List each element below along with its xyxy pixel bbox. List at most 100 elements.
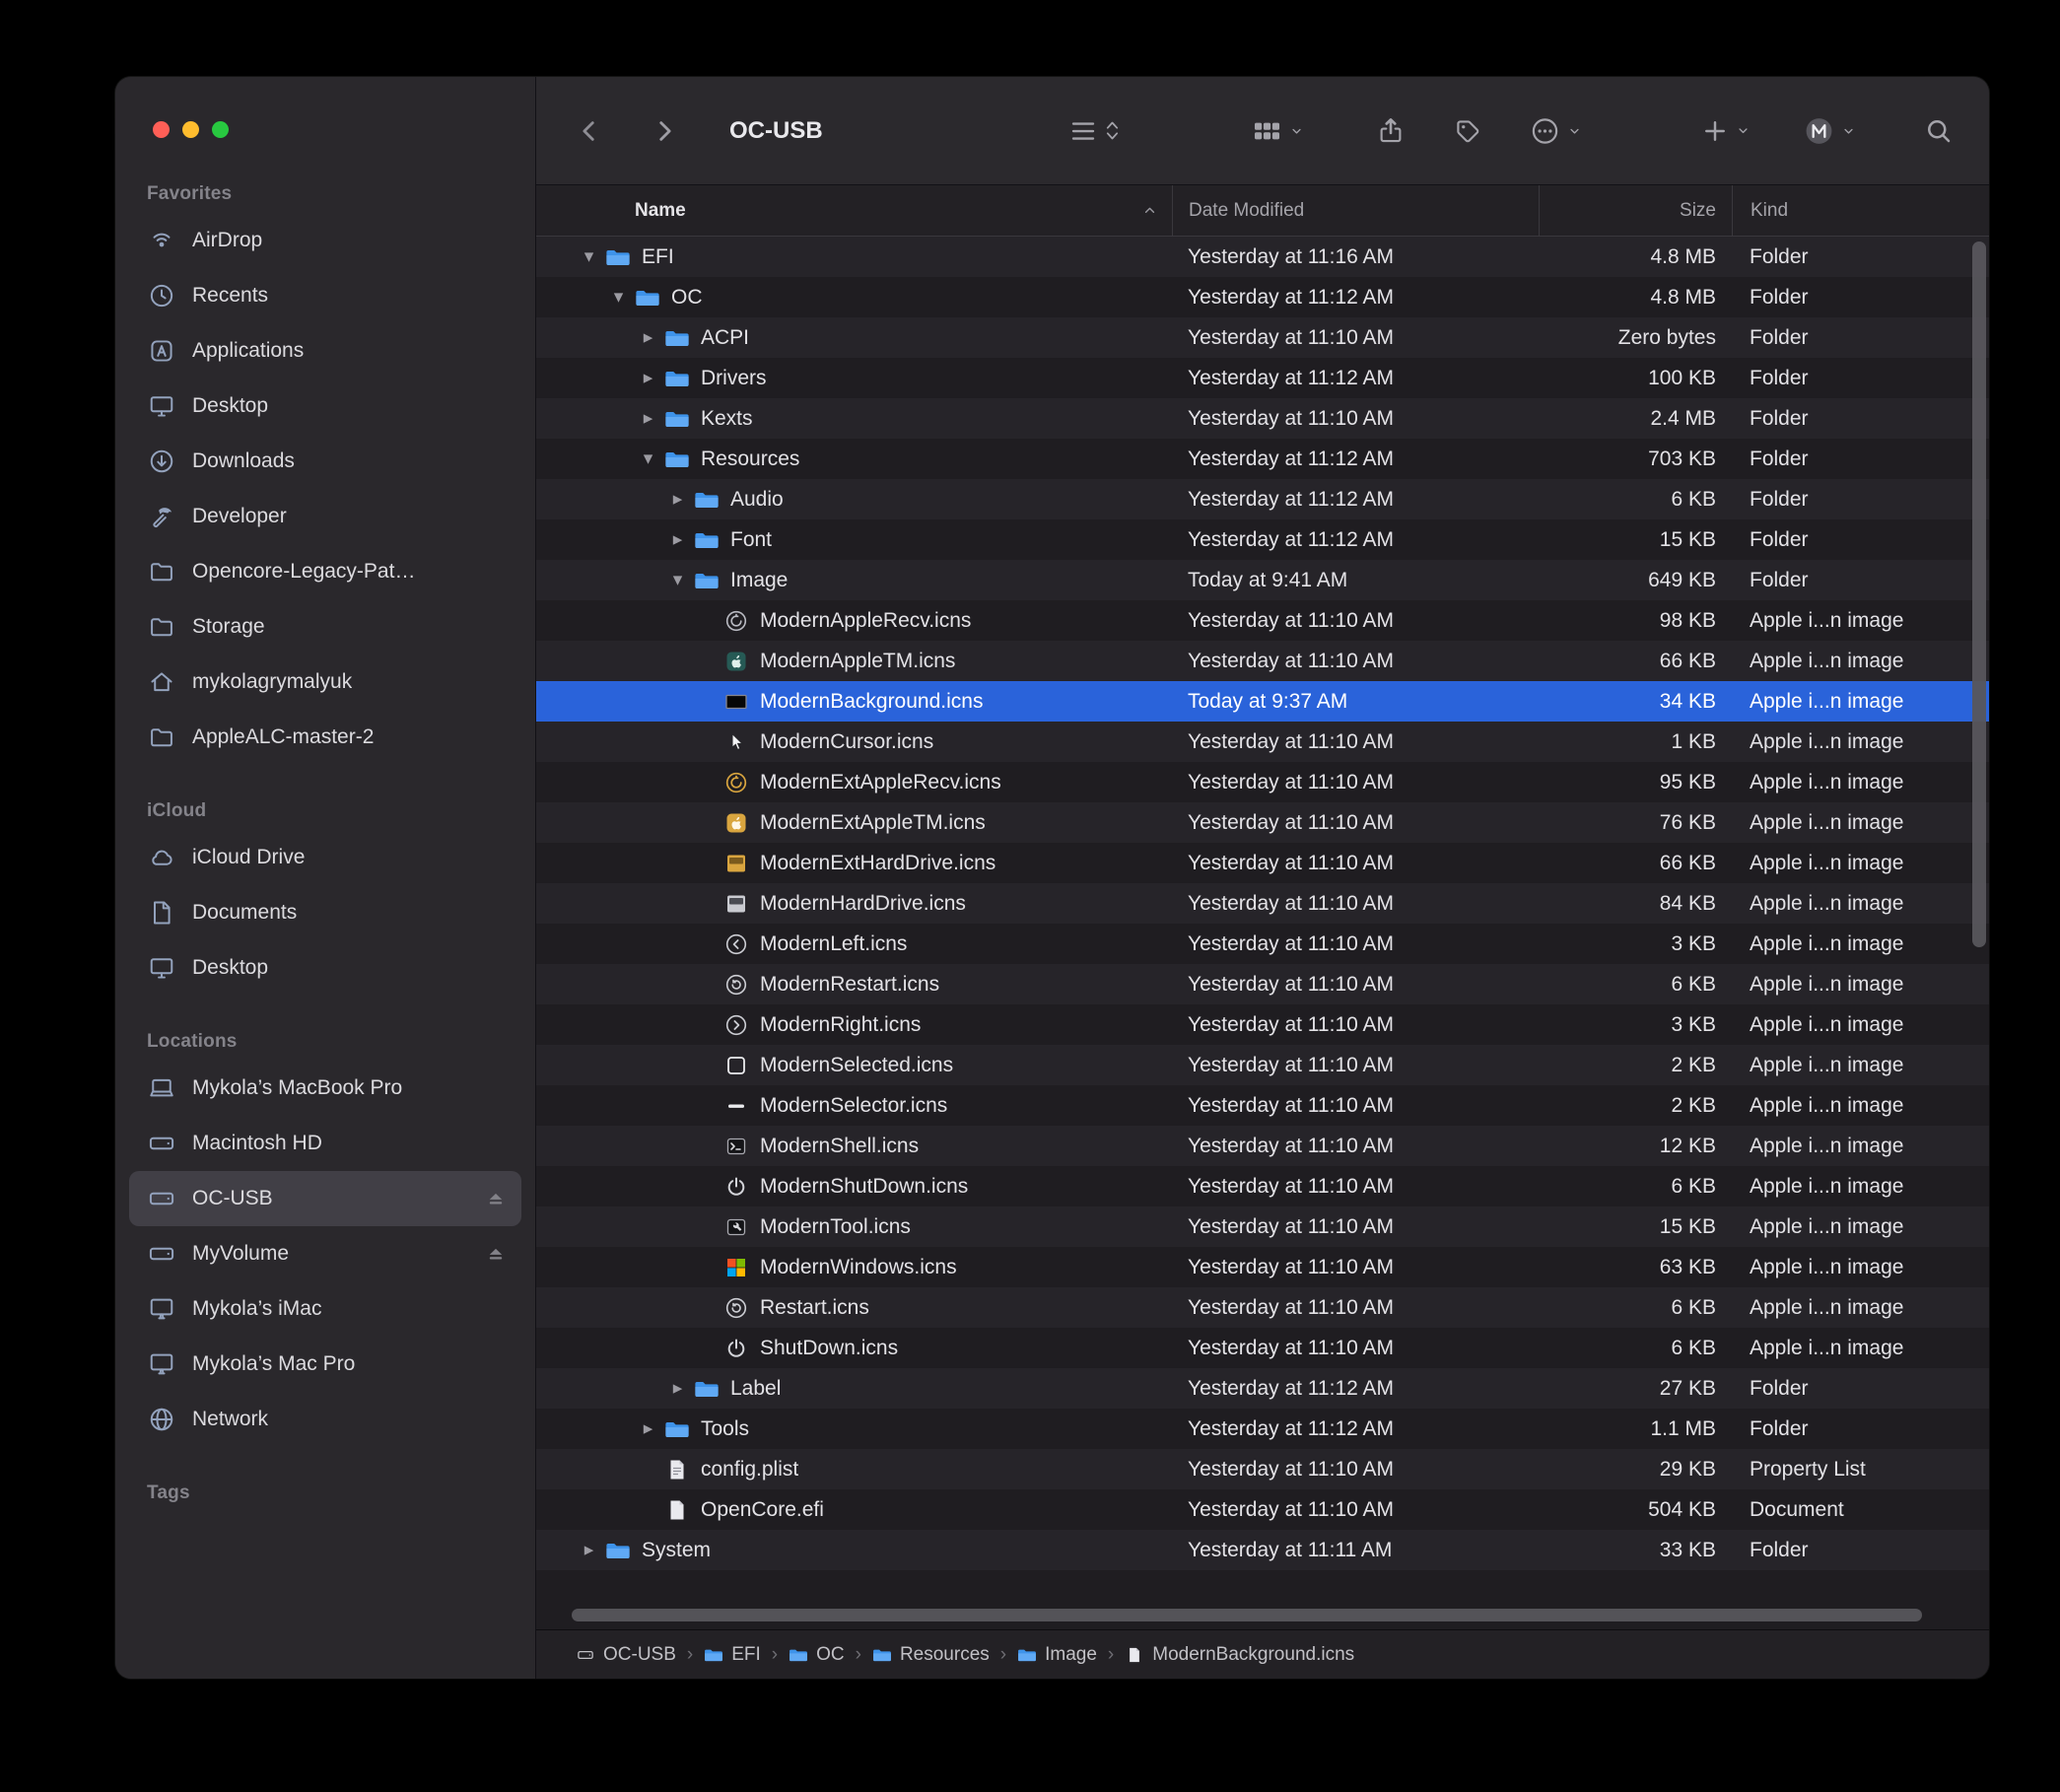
sidebar-item-mykola-s-mac-pro[interactable]: Mykola’s Mac Pro xyxy=(129,1337,521,1392)
table-row[interactable]: ModernExtHardDrive.icnsYesterday at 11:1… xyxy=(536,843,1989,883)
disclosure-open-icon[interactable]: ▾ xyxy=(574,247,604,266)
table-row[interactable]: OpenCore.efiYesterday at 11:10 AM504 KBD… xyxy=(536,1489,1989,1530)
sidebar-item-storage[interactable]: Storage xyxy=(129,599,521,655)
sidebar-item-recents[interactable]: Recents xyxy=(129,268,521,323)
sidebar-item-macintosh-hd[interactable]: Macintosh HD xyxy=(129,1116,521,1171)
column-header-name[interactable]: Name xyxy=(536,185,1172,236)
sidebar-item-applealc-master-2[interactable]: AppleALC-master-2 xyxy=(129,710,521,765)
eject-icon[interactable] xyxy=(484,1187,508,1210)
table-row[interactable]: ▾ImageToday at 9:41 AM649 KBFolder xyxy=(536,560,1989,600)
sidebar-item-network[interactable]: Network xyxy=(129,1392,521,1447)
disclosure-closed-icon[interactable]: ▸ xyxy=(662,1379,693,1398)
table-row[interactable]: ▸SystemYesterday at 11:11 AM33 KBFolder xyxy=(536,1530,1989,1570)
path-item-oc-usb[interactable]: OC-USB xyxy=(576,1644,676,1666)
horizontal-scrollbar-thumb[interactable] xyxy=(572,1609,1922,1621)
disclosure-closed-icon[interactable]: ▸ xyxy=(633,1419,663,1438)
column-header-kind[interactable]: Kind xyxy=(1732,185,1989,236)
table-row[interactable]: ModernSelector.icnsYesterday at 11:10 AM… xyxy=(536,1085,1989,1126)
table-row[interactable]: ShutDown.icnsYesterday at 11:10 AM6 KBAp… xyxy=(536,1328,1989,1368)
table-row[interactable]: ▸DriversYesterday at 11:12 AM100 KBFolde… xyxy=(536,358,1989,398)
close-button[interactable] xyxy=(153,121,170,138)
sidebar-item-mykola-s-macbook-pro[interactable]: Mykola’s MacBook Pro xyxy=(129,1061,521,1116)
table-row[interactable]: config.plistYesterday at 11:10 AM29 KBPr… xyxy=(536,1449,1989,1489)
zoom-button[interactable] xyxy=(212,121,229,138)
sidebar-item-icloud-drive[interactable]: iCloud Drive xyxy=(129,830,521,885)
arrow-right-circle-icon xyxy=(722,1012,750,1038)
table-row[interactable]: ModernHardDrive.icnsYesterday at 11:10 A… xyxy=(536,883,1989,924)
table-row[interactable]: ModernWindows.icnsYesterday at 11:10 AM6… xyxy=(536,1247,1989,1287)
table-row[interactable]: Restart.icnsYesterday at 11:10 AM6 KBApp… xyxy=(536,1287,1989,1328)
sidebar-item-developer[interactable]: Developer xyxy=(129,489,521,544)
chevron-down-icon xyxy=(1289,123,1304,138)
table-row[interactable]: ModernAppleTM.icnsYesterday at 11:10 AM6… xyxy=(536,641,1989,681)
table-row[interactable]: ▸ToolsYesterday at 11:12 AM1.1 MBFolder xyxy=(536,1409,1989,1449)
path-item-resources[interactable]: Resources xyxy=(872,1644,990,1666)
sidebar-item-mykola-s-imac[interactable]: Mykola’s iMac xyxy=(129,1281,521,1337)
table-row[interactable]: ModernExtAppleRecv.icnsYesterday at 11:1… xyxy=(536,762,1989,802)
table-row[interactable]: ModernRestart.icnsYesterday at 11:10 AM6… xyxy=(536,964,1989,1004)
new-item-button[interactable] xyxy=(1701,117,1751,145)
eject-icon[interactable] xyxy=(484,1242,508,1266)
table-row[interactable]: ▾OCYesterday at 11:12 AM4.8 MBFolder xyxy=(536,277,1989,317)
disclosure-closed-icon[interactable]: ▸ xyxy=(662,490,693,509)
path-item-image[interactable]: Image xyxy=(1017,1644,1097,1666)
sidebar-item-downloads[interactable]: Downloads xyxy=(129,434,521,489)
table-row[interactable]: ModernAppleRecv.icnsYesterday at 11:10 A… xyxy=(536,600,1989,641)
disclosure-open-icon[interactable]: ▾ xyxy=(603,288,634,307)
table-row[interactable]: ▸FontYesterday at 11:12 AM15 KBFolder xyxy=(536,519,1989,560)
table-row[interactable]: ▸KextsYesterday at 11:10 AM2.4 MBFolder xyxy=(536,398,1989,439)
group-by-button[interactable] xyxy=(1252,116,1304,145)
disclosure-open-icon[interactable]: ▾ xyxy=(662,571,693,589)
table-row[interactable]: ModernRight.icnsYesterday at 11:10 AM3 K… xyxy=(536,1004,1989,1045)
table-row[interactable]: ModernExtAppleTM.icnsYesterday at 11:10 … xyxy=(536,802,1989,843)
sidebar-item-desktop[interactable]: Desktop xyxy=(129,379,521,434)
date-modified-cell: Yesterday at 11:10 AM xyxy=(1172,811,1539,835)
table-row[interactable]: ModernTool.icnsYesterday at 11:10 AM15 K… xyxy=(536,1206,1989,1247)
sidebar-item-applications[interactable]: Applications xyxy=(129,323,521,379)
sidebar-item-opencore-legacy-pat[interactable]: Opencore-Legacy-Pat… xyxy=(129,544,521,599)
minimize-button[interactable] xyxy=(182,121,199,138)
sidebar-item-airdrop[interactable]: AirDrop xyxy=(129,213,521,268)
table-row[interactable]: ▾ResourcesYesterday at 11:12 AM703 KBFol… xyxy=(536,439,1989,479)
vertical-scrollbar-thumb[interactable] xyxy=(1972,241,1986,947)
table-row[interactable]: ModernBackground.icnsToday at 9:37 AM34 … xyxy=(536,681,1989,722)
sidebar-item-myvolume[interactable]: MyVolume xyxy=(129,1226,521,1281)
sidebar-item-documents[interactable]: Documents xyxy=(129,885,521,940)
disclosure-closed-icon[interactable]: ▸ xyxy=(662,530,693,549)
table-row[interactable]: ModernShutDown.icnsYesterday at 11:10 AM… xyxy=(536,1166,1989,1206)
table-row[interactable]: ModernLeft.icnsYesterday at 11:10 AM3 KB… xyxy=(536,924,1989,964)
back-button[interactable] xyxy=(576,117,603,145)
table-row[interactable]: ▾EFIYesterday at 11:16 AM4.8 MBFolder xyxy=(536,237,1989,277)
path-item-efi[interactable]: EFI xyxy=(704,1644,761,1666)
size-cell: 15 KB xyxy=(1539,1215,1732,1239)
name-cell: ModernRight.icns xyxy=(536,1012,1172,1038)
size-cell: 98 KB xyxy=(1539,609,1732,633)
table-row[interactable]: ModernCursor.icnsYesterday at 11:10 AM1 … xyxy=(536,722,1989,762)
disclosure-closed-icon[interactable]: ▸ xyxy=(633,369,663,387)
share-button[interactable] xyxy=(1376,116,1406,146)
tag-button[interactable] xyxy=(1453,116,1482,146)
disclosure-closed-icon[interactable]: ▸ xyxy=(574,1541,604,1559)
view-mode-button[interactable] xyxy=(1068,116,1120,146)
table-row[interactable]: ▸AudioYesterday at 11:12 AM6 KBFolder xyxy=(536,479,1989,519)
sidebar-item-mykolagrymalyuk[interactable]: mykolagrymalyuk xyxy=(129,655,521,710)
disclosure-closed-icon[interactable]: ▸ xyxy=(633,328,663,347)
forward-button[interactable] xyxy=(651,117,678,145)
table-row[interactable]: ▸LabelYesterday at 11:12 AM27 KBFolder xyxy=(536,1368,1989,1409)
table-row[interactable]: ModernShell.icnsYesterday at 11:10 AM12 … xyxy=(536,1126,1989,1166)
account-badge-button[interactable] xyxy=(1804,115,1856,146)
sidebar-item-desktop[interactable]: Desktop xyxy=(129,940,521,996)
path-item-modernbackground-icns[interactable]: ModernBackground.icns xyxy=(1125,1644,1354,1666)
column-header-date-modified[interactable]: Date Modified xyxy=(1172,185,1539,236)
disclosure-open-icon[interactable]: ▾ xyxy=(633,449,663,468)
table-row[interactable]: ▸ACPIYesterday at 11:10 AMZero bytesFold… xyxy=(536,317,1989,358)
table-row[interactable]: ModernSelected.icnsYesterday at 11:10 AM… xyxy=(536,1045,1989,1085)
path-item-oc[interactable]: OC xyxy=(789,1644,845,1666)
more-actions-button[interactable] xyxy=(1530,115,1582,146)
search-icon xyxy=(1924,116,1954,146)
disclosure-closed-icon[interactable]: ▸ xyxy=(633,409,663,428)
column-header-size[interactable]: Size xyxy=(1539,185,1732,236)
search-button[interactable] xyxy=(1924,116,1954,146)
sidebar-item-oc-usb[interactable]: OC-USB xyxy=(129,1171,521,1226)
size-cell: 34 KB xyxy=(1539,690,1732,714)
